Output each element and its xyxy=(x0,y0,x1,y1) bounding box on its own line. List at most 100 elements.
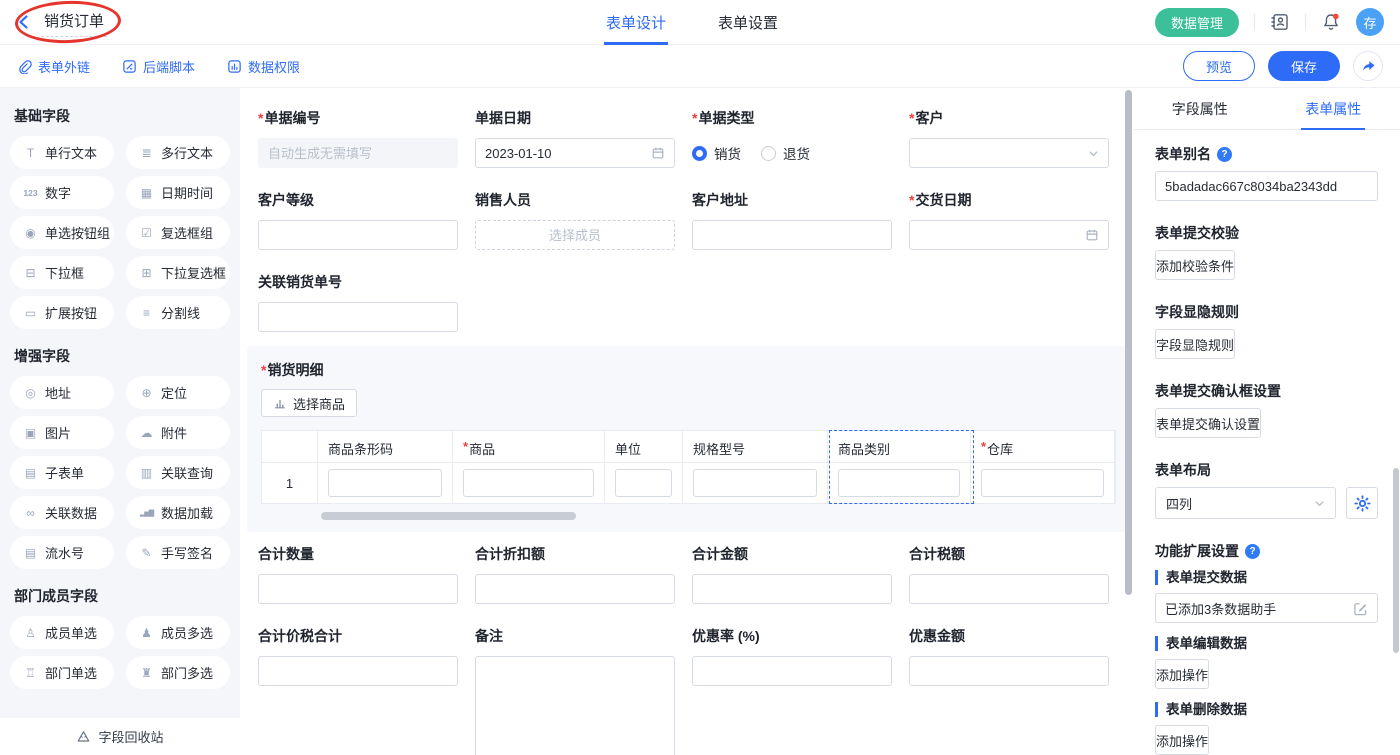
field-linked-data[interactable]: ∞关联数据 xyxy=(10,496,114,529)
field-member-single[interactable]: ♙成员单选 xyxy=(10,616,114,649)
field-image[interactable]: ▣图片 xyxy=(10,416,114,449)
sales-person-picker[interactable] xyxy=(485,228,665,243)
field-visibility-rules-button[interactable]: 字段显隐规则 xyxy=(1155,329,1235,359)
spec-input[interactable] xyxy=(700,476,810,491)
tab-form-properties[interactable]: 表单属性 xyxy=(1267,88,1400,129)
field-attachment[interactable]: ☁附件 xyxy=(126,416,230,449)
field-multi-text[interactable]: ≣多行文本 xyxy=(126,136,230,169)
column-product[interactable]: *商品 xyxy=(453,431,605,503)
field-serial-number[interactable]: ▤流水号 xyxy=(10,536,114,569)
tab-form-design[interactable]: 表单设计 xyxy=(604,0,668,45)
vscrollbar-thumb[interactable] xyxy=(1125,90,1132,595)
field-checkbox-group[interactable]: ☑复选框组 xyxy=(126,216,230,249)
doc-date-input[interactable] xyxy=(485,146,651,161)
add-validation-button[interactable]: 添加校验条件 xyxy=(1155,250,1235,280)
field-total-qty[interactable]: 合计数量 xyxy=(258,546,458,604)
column-barcode[interactable]: 商品条形码 xyxy=(318,431,453,503)
preview-button[interactable]: 预览 xyxy=(1183,51,1255,81)
field-datetime[interactable]: ▦日期时间 xyxy=(126,176,230,209)
column-spec[interactable]: 规格型号 xyxy=(683,431,828,503)
field-dropdown[interactable]: ⊟下拉框 xyxy=(10,256,114,289)
field-radio-group[interactable]: ◉单选按钮组 xyxy=(10,216,114,249)
tab-field-properties[interactable]: 字段属性 xyxy=(1133,88,1267,129)
field-divider[interactable]: ≡分割线 xyxy=(126,296,230,329)
contacts-button[interactable] xyxy=(1270,12,1290,32)
field-total-discount[interactable]: 合计折扣额 xyxy=(475,546,675,604)
field-remark[interactable]: 备注 xyxy=(475,628,675,755)
field-related-order-no[interactable]: 关联销货单号 xyxy=(258,274,458,332)
field-single-text[interactable]: T单行文本 xyxy=(10,136,114,169)
field-discount-rate[interactable]: 优惠率 (%) xyxy=(692,628,892,755)
form-alias-input[interactable] xyxy=(1165,179,1368,194)
field-doc-type[interactable]: *单据类型 销货 退货 xyxy=(692,110,892,168)
form-layout-select[interactable]: 四列 xyxy=(1155,487,1336,519)
layout-settings-button[interactable] xyxy=(1346,487,1378,519)
field-recycle-bin[interactable]: 字段回收站 xyxy=(0,718,240,755)
field-address[interactable]: ◎地址 xyxy=(10,376,114,409)
help-icon[interactable] xyxy=(1245,544,1260,559)
field-member-multi[interactable]: ♟成员多选 xyxy=(126,616,230,649)
radio-return[interactable]: 退货 xyxy=(761,143,810,163)
user-avatar[interactable]: 存 xyxy=(1356,8,1384,36)
field-total-amount[interactable]: 合计金额 xyxy=(692,546,892,604)
total-amount-input[interactable] xyxy=(702,582,882,597)
share-button[interactable] xyxy=(1353,51,1383,81)
related-order-no-input[interactable] xyxy=(268,310,448,325)
total-tax-input[interactable] xyxy=(919,582,1099,597)
panel-scrollbar-thumb[interactable] xyxy=(1393,468,1399,653)
total-qty-input[interactable] xyxy=(268,582,448,597)
product-input[interactable] xyxy=(470,476,587,491)
column-warehouse[interactable]: *仓库 xyxy=(971,431,1115,503)
field-number[interactable]: 123数字 xyxy=(10,176,114,209)
field-signature[interactable]: ✎手写签名 xyxy=(126,536,230,569)
total-discount-input[interactable] xyxy=(485,582,665,597)
add-edit-action-button[interactable]: 添加操作 xyxy=(1155,659,1209,689)
customer-select[interactable] xyxy=(909,138,1109,168)
field-customer[interactable]: *客户 xyxy=(909,110,1109,168)
field-delivery-date[interactable]: *交货日期 xyxy=(909,192,1109,250)
column-unit[interactable]: 单位 xyxy=(605,431,683,503)
remark-textarea[interactable] xyxy=(475,656,675,755)
barcode-input[interactable] xyxy=(335,476,435,491)
field-customer-address[interactable]: 客户地址 xyxy=(692,192,892,250)
field-dept-single[interactable]: ♖部门单选 xyxy=(10,656,114,689)
customer-level-input[interactable] xyxy=(268,228,448,243)
field-total-tax[interactable]: 合计税额 xyxy=(909,546,1109,604)
doc-no-input[interactable] xyxy=(268,146,448,161)
unit-input[interactable] xyxy=(622,476,665,491)
field-total-incl-tax[interactable]: 合计价税合计 xyxy=(258,628,458,755)
subform-sales-detail[interactable]: *销货明细 选择商品 1 商品条形码 xyxy=(247,346,1132,532)
save-button[interactable]: 保存 xyxy=(1268,51,1340,81)
data-manage-button[interactable]: 数据管理 xyxy=(1155,8,1239,37)
field-customer-level[interactable]: 客户等级 xyxy=(258,192,458,250)
data-permission-button[interactable]: 数据权限 xyxy=(227,57,300,76)
field-discount-amount[interactable]: 优惠金额 xyxy=(909,628,1109,755)
edit-icon[interactable] xyxy=(1353,601,1368,616)
delivery-date-input[interactable] xyxy=(919,228,1085,243)
submit-confirm-settings-button[interactable]: 表单提交确认设置 xyxy=(1155,408,1261,438)
category-input[interactable] xyxy=(845,476,953,491)
help-icon[interactable] xyxy=(1217,147,1232,162)
add-delete-action-button[interactable]: 添加操作 xyxy=(1155,725,1209,755)
total-incl-tax-input[interactable] xyxy=(268,664,448,679)
back-button[interactable] xyxy=(16,14,32,30)
submit-data-summary[interactable]: 已添加3条数据助手 xyxy=(1155,593,1378,623)
external-link-button[interactable]: 表单外链 xyxy=(17,57,90,76)
form-title[interactable]: 销货订单 xyxy=(41,8,107,37)
field-data-load[interactable]: ▂▅▇数据加载 xyxy=(126,496,230,529)
hscrollbar-thumb[interactable] xyxy=(321,512,576,520)
discount-rate-input[interactable] xyxy=(702,664,882,679)
field-linked-query[interactable]: ▥关联查询 xyxy=(126,456,230,489)
field-dept-multi[interactable]: ♜部门多选 xyxy=(126,656,230,689)
select-product-button[interactable]: 选择商品 xyxy=(261,389,357,417)
field-doc-no[interactable]: *单据编号 xyxy=(258,110,458,168)
field-extend-button[interactable]: ▭扩展按钮 xyxy=(10,296,114,329)
discount-amount-input[interactable] xyxy=(919,664,1099,679)
field-sales-person[interactable]: 销售人员 xyxy=(475,192,675,250)
warehouse-input[interactable] xyxy=(988,476,1097,491)
field-doc-date[interactable]: 单据日期 xyxy=(475,110,675,168)
backend-script-button[interactable]: 后端脚本 xyxy=(122,57,195,76)
radio-sale[interactable]: 销货 xyxy=(692,143,741,163)
tab-form-settings[interactable]: 表单设置 xyxy=(716,0,780,45)
notifications-button[interactable] xyxy=(1321,12,1341,32)
